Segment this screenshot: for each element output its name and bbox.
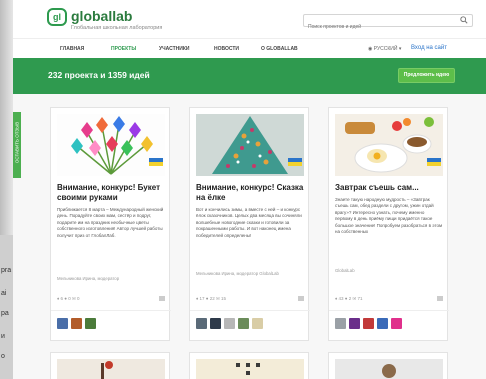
main-nav: ГЛАВНАЯ ПРОЕКТЫ УЧАСТНИКИ НОВОСТИ О GLOB… <box>13 38 486 58</box>
banner-title: 232 проекта и 1359 идей <box>48 70 150 80</box>
participant-avatar[interactable] <box>210 318 221 329</box>
card-divider <box>190 310 310 311</box>
language-label: РУССКИЙ <box>373 46 398 52</box>
card-description: Вот и кончились зимы, а вместе с ней – и… <box>196 207 302 238</box>
logo-icon: gl <box>47 8 67 26</box>
card-stats-values: ♦ 43 ● 2 ✉ 71 <box>335 296 363 301</box>
card-stats-values: ♦ 6 ● 0 ✉ 0 <box>57 296 80 301</box>
search-input[interactable] <box>304 21 444 33</box>
card-description: Приближается 8 марта – Международный жен… <box>57 207 164 238</box>
card-stats: ♦ 17 ● 22 ✉ 15 <box>196 296 304 304</box>
contest-flag-icon <box>149 158 163 166</box>
participant-avatar[interactable] <box>377 318 388 329</box>
suggest-idea-button[interactable]: Предложить идею <box>398 68 455 83</box>
tree-illustration <box>196 114 304 176</box>
left-strip-text-2: ai <box>1 290 7 297</box>
comments-icon <box>298 296 304 301</box>
login-link[interactable]: Вход на сайт <box>411 45 447 51</box>
nav-news[interactable]: НОВОСТИ <box>214 46 239 52</box>
language-select[interactable]: ◉ РУССКИЙ ▾ <box>368 46 401 52</box>
flowers-illustration <box>57 114 165 176</box>
participant-avatar[interactable] <box>224 318 235 329</box>
card-stats-values: ♦ 17 ● 22 ✉ 15 <box>196 296 227 301</box>
project-image-peek <box>196 359 304 379</box>
project-card[interactable] <box>50 352 170 379</box>
left-strip-text-1: pra <box>1 267 12 274</box>
comments-icon <box>437 296 443 301</box>
participant-avatar[interactable] <box>391 318 402 329</box>
participant-avatar[interactable] <box>363 318 374 329</box>
logo-subtitle: Глобальная школьная лаборатория <box>71 25 163 31</box>
project-card[interactable] <box>328 352 448 379</box>
card-author[interactable]: Мельникова Ирина, модератор <box>57 276 165 282</box>
left-strip-text-4: и <box>1 333 5 340</box>
participant-avatar[interactable] <box>57 318 68 329</box>
left-strip-text-5: о <box>1 353 5 360</box>
card-title[interactable]: Внимание, конкурс! Сказка на ёлке <box>196 183 306 203</box>
participant-thumbs <box>335 318 443 330</box>
project-card[interactable]: Завтрак съешь сам... Знаете такую народн… <box>328 107 449 341</box>
card-stats: ♦ 6 ● 0 ✉ 0 <box>57 296 165 304</box>
card-title[interactable]: Завтрак съешь сам... <box>335 183 445 193</box>
logo-text: globallab <box>71 8 133 24</box>
nav-projects[interactable]: ПРОЕКТЫ <box>111 46 136 52</box>
card-author[interactable]: GlobalLab <box>335 268 443 274</box>
card-title[interactable]: Внимание, конкурс! Букет своими руками <box>57 183 167 203</box>
participant-avatar[interactable] <box>335 318 346 329</box>
participant-avatar[interactable] <box>252 318 263 329</box>
contest-flag-icon <box>288 158 302 166</box>
screenshot-frame: pra ai ра и о gl globallab Глобальная шк… <box>0 0 486 379</box>
participant-thumbs <box>57 318 165 330</box>
contest-flag-icon <box>427 158 441 166</box>
comments-icon <box>159 296 165 301</box>
project-image-peek <box>335 359 443 379</box>
participant-avatar[interactable] <box>71 318 82 329</box>
search-box <box>303 14 473 33</box>
participant-avatar[interactable] <box>349 318 360 329</box>
project-image-peek <box>57 359 165 379</box>
nav-home[interactable]: ГЛАВНАЯ <box>60 46 84 52</box>
project-image-tree[interactable] <box>196 114 304 176</box>
card-description: Знаете такую народную мудрость – «Завтра… <box>335 197 443 235</box>
site-header: gl globallab Глобальная школьная лаборат… <box>13 0 486 38</box>
project-image-flowers[interactable] <box>57 114 165 176</box>
participant-avatar[interactable] <box>196 318 207 329</box>
left-strip-text-3: ра <box>1 310 9 317</box>
projects-banner: 232 проекта и 1359 идей Предложить идею <box>13 58 486 94</box>
card-divider <box>51 310 171 311</box>
participant-thumbs <box>196 318 304 330</box>
project-card[interactable]: Внимание, конкурс! Сказка на ёлке Вот и … <box>189 107 310 341</box>
card-author[interactable]: Мельникова Ирина, модератор GlobalLab <box>196 271 304 277</box>
feedback-tab-label: ОСТАВИТЬ ОТЗЫВ <box>14 121 20 164</box>
project-card[interactable]: Внимание, конкурс! Букет своими руками П… <box>50 107 171 341</box>
participant-avatar[interactable] <box>85 318 96 329</box>
project-card[interactable] <box>189 352 309 379</box>
search-icon[interactable] <box>460 16 468 24</box>
feedback-tab[interactable]: ОСТАВИТЬ ОТЗЫВ <box>13 112 21 178</box>
card-divider <box>329 310 449 311</box>
nav-participants[interactable]: УЧАСТНИКИ <box>159 46 190 52</box>
participant-avatar[interactable] <box>238 318 249 329</box>
project-image-breakfast[interactable] <box>335 114 443 176</box>
nav-about[interactable]: О GLOBALLAB <box>261 46 298 52</box>
web-page: gl globallab Глобальная школьная лаборат… <box>13 0 486 379</box>
card-stats: ♦ 43 ● 2 ✉ 71 <box>335 296 443 304</box>
breakfast-illustration <box>335 114 443 176</box>
background-window: pra ai ра и о <box>0 235 14 379</box>
